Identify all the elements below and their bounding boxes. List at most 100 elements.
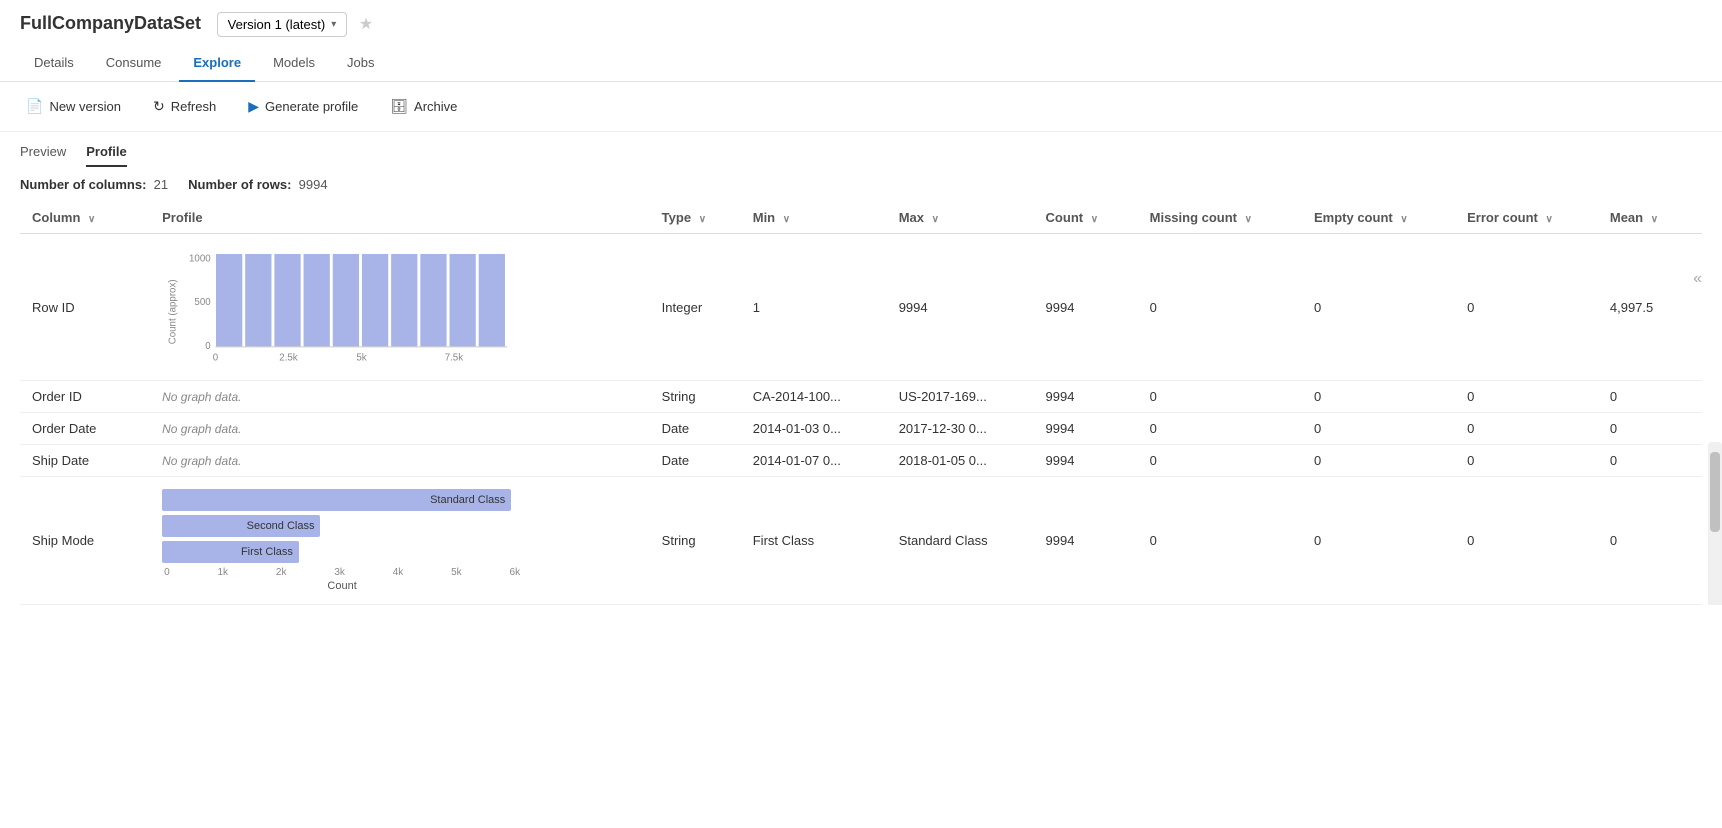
cell-order-id-min: CA-2014-100... — [741, 381, 887, 413]
sort-type-icon[interactable]: ∨ — [699, 214, 706, 225]
chevron-down-icon: ▾ — [331, 19, 336, 30]
generate-profile-label: Generate profile — [265, 99, 358, 114]
col-header-error-count[interactable]: Error count ∨ — [1455, 202, 1598, 234]
bar-chart-ship-mode: Standard Class Second Class Fi — [162, 485, 522, 596]
svg-text:500: 500 — [195, 297, 212, 308]
cell-ship-mode-type: String — [650, 477, 741, 605]
generate-profile-button[interactable]: ▶ Generate profile — [242, 94, 364, 119]
cell-order-date-mean: 0 — [1598, 413, 1702, 445]
sort-min-icon[interactable]: ∨ — [783, 214, 790, 225]
cell-order-id-error: 0 — [1455, 381, 1598, 413]
cell-ship-date-type: Date — [650, 445, 741, 477]
cell-row-id-min: 1 — [741, 234, 887, 381]
archive-icon: 🗄 — [390, 98, 408, 115]
col-header-min[interactable]: Min ∨ — [741, 202, 887, 234]
col-header-missing-count[interactable]: Missing count ∨ — [1138, 202, 1302, 234]
table-row: Ship Date No graph data. Date 2014-01-07… — [20, 445, 1702, 477]
cell-order-id-empty: 0 — [1302, 381, 1455, 413]
tab-jobs[interactable]: Jobs — [333, 45, 388, 82]
sort-max-icon[interactable]: ∨ — [932, 214, 939, 225]
cell-order-date-empty: 0 — [1302, 413, 1455, 445]
cell-ship-mode-mean: 0 — [1598, 477, 1702, 605]
svg-text:2.5k: 2.5k — [279, 353, 298, 364]
sort-empty-icon[interactable]: ∨ — [1400, 214, 1407, 225]
cell-ship-date-missing: 0 — [1138, 445, 1302, 477]
tab-consume[interactable]: Consume — [92, 45, 176, 82]
cell-order-date-max: 2017-12-30 0... — [887, 413, 1034, 445]
sub-tab-profile[interactable]: Profile — [86, 144, 126, 167]
tab-models[interactable]: Models — [259, 45, 329, 82]
table-row: Ship Mode Standard Class Se — [20, 477, 1702, 605]
num-columns-label: Number of columns: 21 — [20, 177, 168, 192]
version-label: Version 1 (latest) — [228, 17, 326, 32]
bar-label-first: First Class — [241, 546, 293, 558]
cell-row-id-count: 9994 — [1034, 234, 1138, 381]
sort-error-icon[interactable]: ∨ — [1546, 214, 1553, 225]
num-rows-label: Number of rows: 9994 — [188, 177, 327, 192]
new-version-button[interactable]: 📄 New version — [20, 94, 127, 119]
col-header-mean[interactable]: Mean ∨ — [1598, 202, 1702, 234]
bar-label-standard: Standard Class — [430, 494, 505, 506]
bar-label-second: Second Class — [247, 520, 315, 532]
svg-text:7.5k: 7.5k — [445, 353, 464, 364]
col-header-max[interactable]: Max ∨ — [887, 202, 1034, 234]
bar-x-axis-label: Count — [162, 580, 522, 592]
sort-missing-icon[interactable]: ∨ — [1245, 214, 1252, 225]
svg-text:1000: 1000 — [189, 253, 211, 264]
cell-order-id-type: String — [650, 381, 741, 413]
cell-ship-mode-missing: 0 — [1138, 477, 1302, 605]
sub-tabs: Preview Profile — [0, 132, 1722, 167]
version-selector[interactable]: Version 1 (latest) ▾ — [217, 12, 348, 37]
cell-order-date-name: Order Date — [20, 413, 150, 445]
cell-row-id-empty: 0 — [1302, 234, 1455, 381]
cell-order-id-profile: No graph data. — [150, 381, 650, 413]
cell-order-id-max: US-2017-169... — [887, 381, 1034, 413]
cell-row-id-mean: 4,997.5 — [1598, 234, 1702, 381]
tab-details[interactable]: Details — [20, 45, 88, 82]
cell-row-id-max: 9994 — [887, 234, 1034, 381]
cell-ship-mode-empty: 0 — [1302, 477, 1455, 605]
cell-order-date-error: 0 — [1455, 413, 1598, 445]
cell-order-id-mean: 0 — [1598, 381, 1702, 413]
refresh-button[interactable]: ↻ Refresh — [147, 94, 222, 119]
histogram-row-id: 1000 500 0 Count (approx) — [162, 242, 522, 372]
cell-row-id-error: 0 — [1455, 234, 1598, 381]
col-header-count[interactable]: Count ∨ — [1034, 202, 1138, 234]
refresh-icon: ↻ — [153, 98, 165, 115]
archive-button[interactable]: 🗄 Archive — [384, 94, 463, 119]
cell-ship-mode-max: Standard Class — [887, 477, 1034, 605]
table-row: Order ID No graph data. String CA-2014-1… — [20, 381, 1702, 413]
cell-ship-date-mean: 0 — [1598, 445, 1702, 477]
sort-count-icon[interactable]: ∨ — [1091, 214, 1098, 225]
tab-explore[interactable]: Explore — [179, 45, 255, 82]
cell-row-id-missing: 0 — [1138, 234, 1302, 381]
star-icon[interactable]: ★ — [359, 16, 373, 33]
sub-tab-preview[interactable]: Preview — [20, 144, 66, 167]
cell-ship-mode-name: Ship Mode — [20, 477, 150, 605]
cell-ship-date-name: Ship Date — [20, 445, 150, 477]
svg-text:0: 0 — [213, 353, 219, 364]
scrollbar-track[interactable] — [1708, 442, 1722, 605]
new-version-icon: 📄 — [26, 98, 43, 115]
generate-icon: ▶ — [248, 98, 259, 115]
table-header-row: Column ∨ Profile Type ∨ Min ∨ Max ∨ — [20, 202, 1702, 234]
collapse-panel-button[interactable]: « — [1693, 270, 1702, 288]
bar-second-class: Second Class — [162, 515, 522, 537]
cell-order-date-min: 2014-01-03 0... — [741, 413, 887, 445]
bar-x-axis: 0 1k 2k 3k 4k 5k 6k — [162, 567, 522, 578]
cell-order-id-missing: 0 — [1138, 381, 1302, 413]
col-header-type[interactable]: Type ∨ — [650, 202, 741, 234]
sort-mean-icon[interactable]: ∨ — [1651, 214, 1658, 225]
sort-column-icon[interactable]: ∨ — [88, 214, 95, 225]
cell-ship-date-max: 2018-01-05 0... — [887, 445, 1034, 477]
scrollbar-thumb[interactable] — [1710, 452, 1720, 532]
col-header-column[interactable]: Column ∨ — [20, 202, 150, 234]
refresh-label: Refresh — [171, 99, 217, 114]
new-version-label: New version — [49, 99, 121, 114]
nav-tabs: Details Consume Explore Models Jobs — [0, 45, 1722, 82]
profile-table-wrapper: Column ∨ Profile Type ∨ Min ∨ Max ∨ — [0, 202, 1722, 605]
col-header-empty-count[interactable]: Empty count ∨ — [1302, 202, 1455, 234]
cell-ship-date-error: 0 — [1455, 445, 1598, 477]
cell-order-date-profile: No graph data. — [150, 413, 650, 445]
svg-text:0: 0 — [205, 341, 211, 352]
